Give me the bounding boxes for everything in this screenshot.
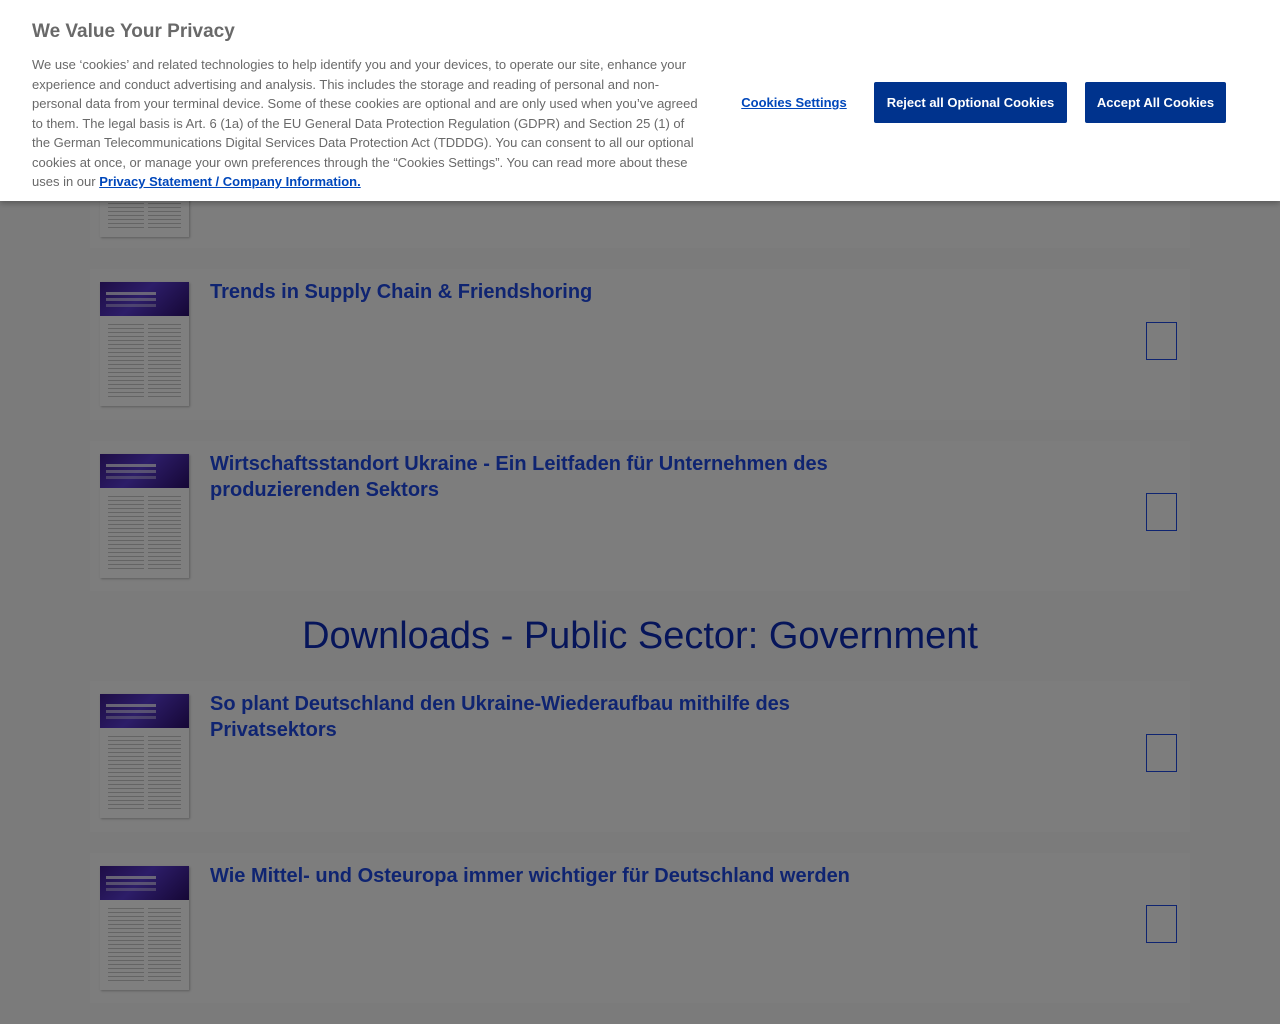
cookies-settings-button[interactable]: Cookies Settings xyxy=(730,82,858,123)
cookie-banner-text: We use ‘cookies’ and related technologie… xyxy=(32,55,702,192)
cookie-banner: We Value Your Privacy We use ‘cookies’ a… xyxy=(0,0,1280,201)
cookie-banner-title: We Value Your Privacy xyxy=(32,21,235,42)
reject-optional-cookies-button[interactable]: Reject all Optional Cookies xyxy=(874,82,1067,123)
accept-all-cookies-button[interactable]: Accept All Cookies xyxy=(1085,82,1226,123)
cookie-banner-body: We use ‘cookies’ and related technologie… xyxy=(32,57,698,189)
privacy-statement-link[interactable]: Privacy Statement / Company Information. xyxy=(99,174,361,189)
